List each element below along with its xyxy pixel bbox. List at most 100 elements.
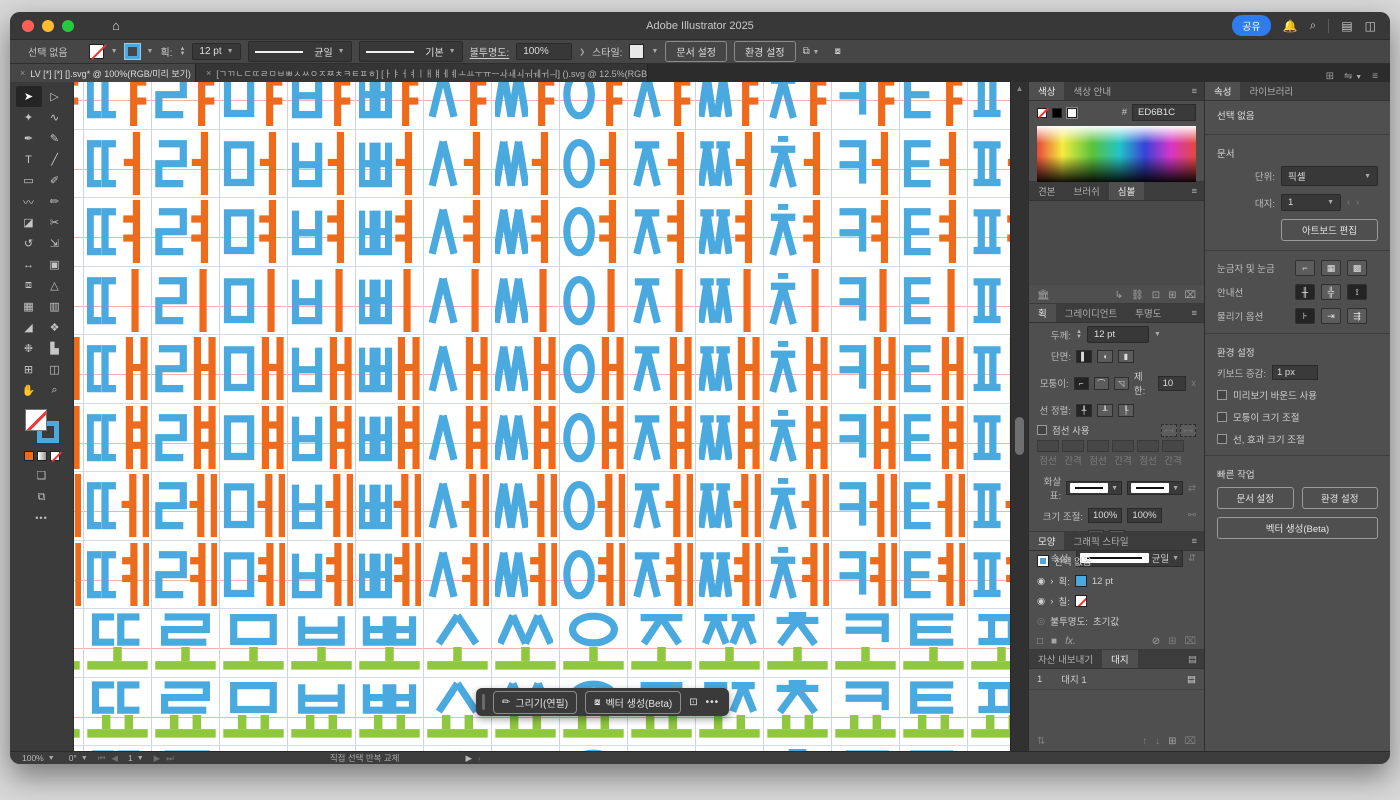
glyph-cell[interactable] [220,82,288,129]
glyph-cell[interactable] [832,129,900,197]
glyph-cell[interactable] [220,540,288,608]
notifications-bell-icon[interactable]: 🔔 [1283,19,1298,33]
break-link-icon[interactable]: ⛓ [1131,290,1144,301]
glyph-cell[interactable] [696,266,764,334]
free-transform-tool-icon[interactable]: ▣ [42,254,68,275]
preview-bounds-checkbox[interactable] [1217,390,1227,400]
column-graph-tool-icon[interactable]: ▙ [42,338,68,359]
glyph-cell[interactable] [220,129,288,197]
new-stroke-icon[interactable]: □ [1037,636,1043,647]
tab-stroke[interactable]: 획 [1029,304,1056,322]
prev-artboard-icon[interactable]: ◀ [111,753,118,764]
glyph-cell[interactable] [424,198,492,266]
fill-stroke-indicator[interactable] [24,409,59,443]
document-arrange-icon[interactable]: ⇋ ▼ [1344,71,1362,82]
quick-document-setup-button[interactable]: 문서 설정 [1217,487,1294,509]
glyph-cell[interactable] [74,472,84,540]
scale-corners-checkbox[interactable] [1217,412,1227,422]
glyph-cell[interactable] [288,82,356,129]
new-artboard-icon[interactable]: ⊞ [1168,736,1176,747]
shaper-tool-icon[interactable]: 〰 [16,191,42,212]
glyph-cell[interactable] [288,677,356,745]
glyph-cell[interactable] [900,609,968,677]
glyph-cell[interactable] [764,472,832,540]
scissors-tool-icon[interactable]: ✂ [42,212,68,233]
glyph-cell[interactable] [764,677,832,745]
lasso-tool-icon[interactable]: ∿ [42,107,68,128]
glyph-cell[interactable] [764,266,832,334]
glyph-cell[interactable] [74,129,84,197]
type-tool-icon[interactable]: T [16,149,42,170]
glyph-cell[interactable] [84,82,152,129]
eraser-tool-icon[interactable]: ◪ [16,212,42,233]
artboard-tool-icon[interactable]: ⊞ [16,359,42,380]
select-similar-icon[interactable]: ⧉ ▼ [803,46,820,57]
glyph-cell[interactable] [764,335,832,403]
glyph-cell[interactable] [696,335,764,403]
rulers-icon[interactable]: ⌐ [1295,260,1315,276]
generate-vectors-beta-button[interactable]: 벡터 생성(Beta) [1217,517,1378,539]
shape-builder-tool-icon[interactable]: ⧈ [16,275,42,296]
glyph-cell[interactable] [424,472,492,540]
delete-symbol-icon[interactable]: ⌧ [1184,290,1196,301]
glyph-cell[interactable] [220,335,288,403]
glyph-cell[interactable] [492,403,560,471]
glyph-cell[interactable] [84,335,152,403]
document-setup-button[interactable]: 문서 설정 [665,41,727,62]
glyph-cell[interactable] [152,403,220,471]
lock-guides-icon[interactable]: ╬ [1321,284,1341,300]
generate-vectors-button[interactable]: ⧇ 벡터 생성(Beta) [585,690,682,714]
visibility-eye-dim-icon[interactable]: ◎ [1037,616,1045,627]
glyph-cell[interactable] [628,82,696,129]
glyph-cell[interactable] [356,677,424,745]
glyph-cell[interactable] [424,609,492,677]
glyph-cell[interactable] [220,609,288,677]
align-center-button[interactable]: ╀ [1076,403,1092,417]
opacity-label[interactable]: 불투명도: [470,44,510,59]
glyph-cell[interactable] [696,472,764,540]
glyph-cell[interactable] [968,82,1010,129]
glyph-cell[interactable] [628,266,696,334]
symbol-options-icon[interactable]: ⊡ [1152,290,1160,301]
glyph-cell[interactable] [832,609,900,677]
style-dropdown-icon[interactable]: ▼ [651,48,658,55]
line-segment-tool-icon[interactable]: ╱ [42,149,68,170]
selection-tool-icon[interactable]: ➤ [15,86,42,107]
artboard-nav-field[interactable]: 1 ▼ [124,753,148,763]
glyph-cell[interactable] [74,677,84,745]
tab-swatches[interactable]: 견본 [1029,182,1064,200]
panel-menu-icon[interactable]: ≡ [1191,532,1197,550]
panel-menu-icon[interactable]: ≡ [1191,182,1197,200]
edit-artboards-button[interactable]: 아트보드 편집 [1281,219,1378,241]
glyph-cell[interactable] [74,266,84,334]
add-effect-icon[interactable]: fx. [1065,636,1076,647]
tab-brushes[interactable]: 브러쉬 [1064,182,1108,200]
glyph-cell[interactable] [968,746,1010,751]
none-swatch-icon[interactable] [49,451,60,461]
glyph-cell[interactable] [696,82,764,129]
hex-input[interactable]: ED6B1C [1132,104,1196,121]
glyph-cell[interactable] [74,403,84,471]
glyph-cell[interactable] [764,540,832,608]
glyph-cell[interactable] [832,677,900,745]
glyph-cell[interactable] [220,198,288,266]
scroll-up-icon[interactable]: ▲ [1011,84,1028,93]
round-join-button[interactable]: ⌒ [1093,376,1109,390]
glyph-cell[interactable] [356,129,424,197]
glyph-cell[interactable] [560,198,628,266]
glyph-cell[interactable] [288,540,356,608]
glyph-cell[interactable] [152,129,220,197]
glyph-cell[interactable] [152,198,220,266]
rectangle-tool-icon[interactable]: ▭ [16,170,42,191]
appearance-opacity-value[interactable]: 초기값 [1093,614,1119,628]
glyph-cell[interactable] [628,609,696,677]
perspective-grid-tool-icon[interactable]: △ [42,275,68,296]
vertical-scrollbar[interactable]: ▲ [1010,82,1028,751]
eyedropper-tool-icon[interactable]: ◢ [16,317,42,338]
clear-appearance-icon[interactable]: ⊘ [1152,636,1160,647]
glyph-cell[interactable] [492,609,560,677]
duplicate-item-icon[interactable]: ⊞ [1168,636,1176,647]
arrange-documents-icon[interactable]: ⊞ [1326,71,1334,82]
stroke-weight-field[interactable]: 12 pt ▼ [192,43,241,60]
artboard-select[interactable]: 1 ▼ [1281,194,1341,211]
